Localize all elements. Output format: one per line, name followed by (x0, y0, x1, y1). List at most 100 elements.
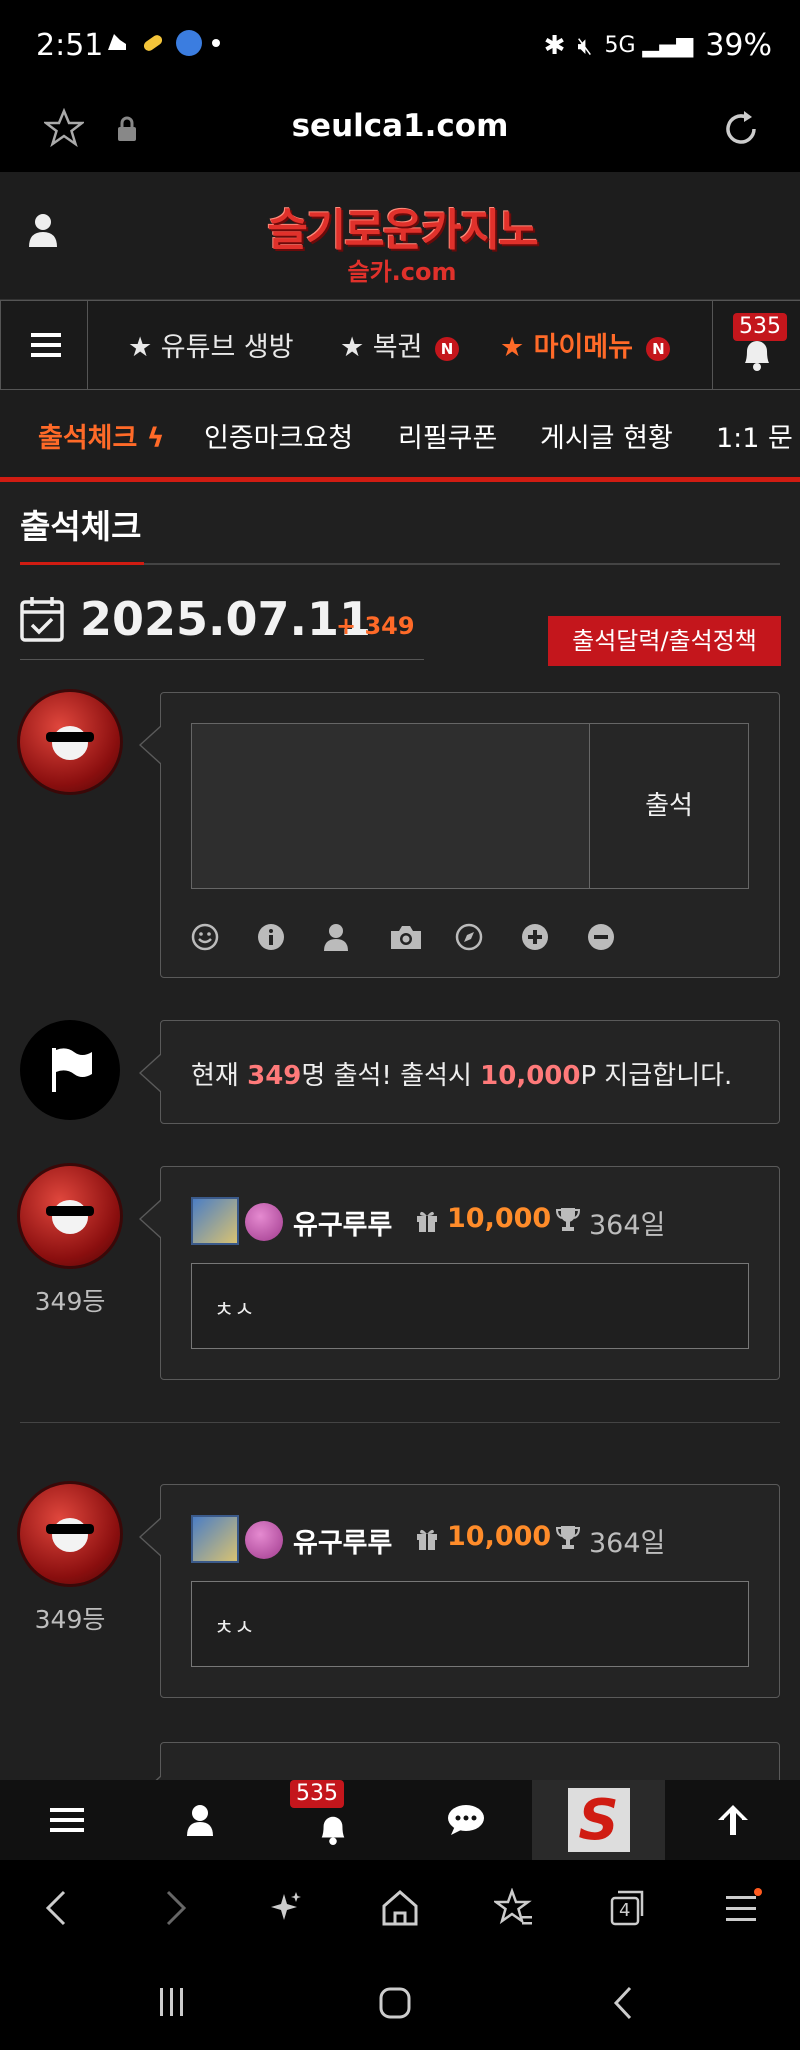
entry-username[interactable]: 유구루루 (293, 1521, 392, 1560)
plus-circle-icon (522, 924, 548, 950)
photo-button[interactable] (389, 919, 455, 955)
user-icon[interactable] (28, 212, 58, 248)
tab-post-status[interactable]: 게시글 현황 (540, 416, 673, 455)
user-icon (324, 924, 348, 951)
mute-icon: 🔇︎ (577, 31, 593, 60)
user-profile-image[interactable] (191, 1515, 239, 1563)
bottom-notification-button[interactable]: 535 (266, 1780, 399, 1860)
level-badge-icon (245, 1203, 283, 1241)
tab-attendance[interactable]: 출석체크 ϟ (38, 416, 165, 455)
nav-item-label: ★ 마이메뉴 (500, 332, 633, 363)
calendar-check-icon (20, 597, 64, 642)
entry-streak-days: 364일 (589, 1210, 666, 1241)
entry-rank: 349등 (34, 1605, 106, 1634)
date-row: 2025.07.11 + 349 (20, 588, 424, 660)
sub-tabs: 출석체크 ϟ 인증마크요청 리필쿠폰 게시글 현황 1:1 문 (0, 390, 800, 482)
entry-avatar (20, 1166, 120, 1266)
nav-item-lottery[interactable]: ★ 복권 N (340, 325, 460, 364)
forward-icon[interactable] (154, 1888, 194, 1928)
info-button[interactable] (257, 919, 323, 955)
site-header: 슬기로운카지노 슬카.com (0, 172, 800, 300)
attendance-compose-card: 출석 (139, 692, 780, 978)
hamburger-menu-button[interactable] (0, 301, 88, 389)
main-nav: ★ 유튜브 생방 ★ 복권 N ★ 마이메뉴 N 535 (0, 300, 800, 390)
bell-icon (321, 1816, 344, 1845)
notice-prefix: 현재 (191, 1061, 248, 1091)
trophy-icon (555, 1208, 581, 1231)
chat-icon (447, 1805, 484, 1835)
browser-url-bar: seulca1.com (0, 90, 800, 172)
attendance-count-increment: + 349 (336, 612, 415, 640)
attendance-policy-button[interactable]: 출석달력/출석정책 (548, 616, 781, 666)
tab-certification-request[interactable]: 인증마크요청 (204, 416, 353, 455)
attendance-submit-button[interactable]: 출석 (589, 723, 749, 889)
notification-bell-button[interactable]: 535 (712, 301, 800, 389)
mention-user-button[interactable] (323, 919, 389, 955)
notice-avatar (20, 1020, 120, 1120)
title-divider (20, 562, 780, 565)
site-bottom-bar: 535 S (0, 1780, 800, 1860)
gift-icon (417, 1529, 437, 1550)
dot-icon (212, 39, 220, 47)
collapse-button[interactable] (587, 919, 653, 955)
browser-toolbar: 4 (0, 1860, 800, 1956)
entry-points: 10,000 (447, 1521, 552, 1552)
bookmarks-icon[interactable] (494, 1888, 534, 1928)
pill-icon (143, 35, 163, 51)
site-s-logo-icon: S (567, 1788, 630, 1853)
entry-streak-days: 364일 (589, 1528, 666, 1559)
recents-icon[interactable] (156, 1986, 188, 2018)
notice-middle: 명 출석! 출석시 (301, 1061, 481, 1091)
my-avatar (20, 692, 120, 792)
avatar-glasses (46, 1524, 94, 1534)
nav-item-label: ★ 복권 (340, 332, 423, 363)
nav-item-youtube-live[interactable]: ★ 유튜브 생방 (128, 325, 294, 364)
back-button-icon[interactable] (608, 1986, 638, 2020)
level-badge-icon (245, 1521, 283, 1559)
attendance-entry: 유구루루 10,000 364일 ㅊㅅ (139, 1484, 780, 1698)
bottom-menu-button[interactable] (0, 1780, 133, 1860)
emoji-button[interactable] (191, 919, 257, 955)
logo-main-text: 슬기로운카지노 (267, 205, 538, 256)
browser-menu-button[interactable] (722, 1888, 762, 1928)
lightning-icon: ϟ (146, 423, 165, 454)
new-badge: N (646, 336, 671, 361)
smile-icon (191, 923, 219, 951)
tab-one-on-one[interactable]: 1:1 문 (716, 416, 800, 455)
user-icon (186, 1805, 213, 1836)
entry-points: 10,000 (447, 1203, 552, 1234)
bottom-profile-button[interactable] (133, 1780, 266, 1860)
site-logo[interactable]: 슬기로운카지노 슬카.com (252, 194, 552, 287)
trophy-icon (555, 1526, 581, 1549)
scroll-top-button[interactable] (665, 1780, 800, 1860)
back-icon[interactable] (38, 1888, 78, 1928)
gift-icon (417, 1211, 437, 1232)
compose-toolbar (191, 919, 653, 955)
bottom-chat-button[interactable] (399, 1780, 532, 1860)
home-icon[interactable] (380, 1888, 420, 1928)
compass-button[interactable] (455, 919, 521, 955)
entry-username[interactable]: 유구루루 (293, 1203, 392, 1242)
home-button-icon[interactable] (378, 1986, 412, 2020)
url-text[interactable]: seulca1.com (0, 108, 800, 144)
attendance-comment-input[interactable] (191, 723, 591, 889)
bottom-logo-button[interactable]: S (532, 1780, 665, 1860)
hamburger-icon (31, 353, 61, 357)
tabs-button[interactable]: 4 (606, 1888, 646, 1928)
expand-button[interactable] (521, 919, 587, 955)
shoe-icon (108, 34, 126, 50)
app-avatar-icon (176, 30, 202, 56)
notice-points: 10,000 (480, 1061, 581, 1091)
info-icon (258, 924, 284, 950)
flag-icon (52, 1048, 92, 1092)
reload-icon[interactable] (720, 108, 762, 150)
arrow-up-icon (717, 1805, 748, 1835)
tab-refill-coupon[interactable]: 리필쿠폰 (398, 416, 497, 455)
nav-item-my-menu[interactable]: ★ 마이메뉴 N (500, 325, 671, 364)
sparkle-icon[interactable] (266, 1888, 306, 1928)
status-bar: 2:51 ✱ 🔇︎ 5G ▂▄▆ 39% (0, 0, 800, 90)
attendance-notice-card: 현재 349명 출석! 출석시 10,000P 지급합니다. (139, 1020, 780, 1124)
entry-rank: 349등 (34, 1287, 106, 1316)
user-profile-image[interactable] (191, 1197, 239, 1245)
hamburger-icon (49, 1808, 84, 1832)
